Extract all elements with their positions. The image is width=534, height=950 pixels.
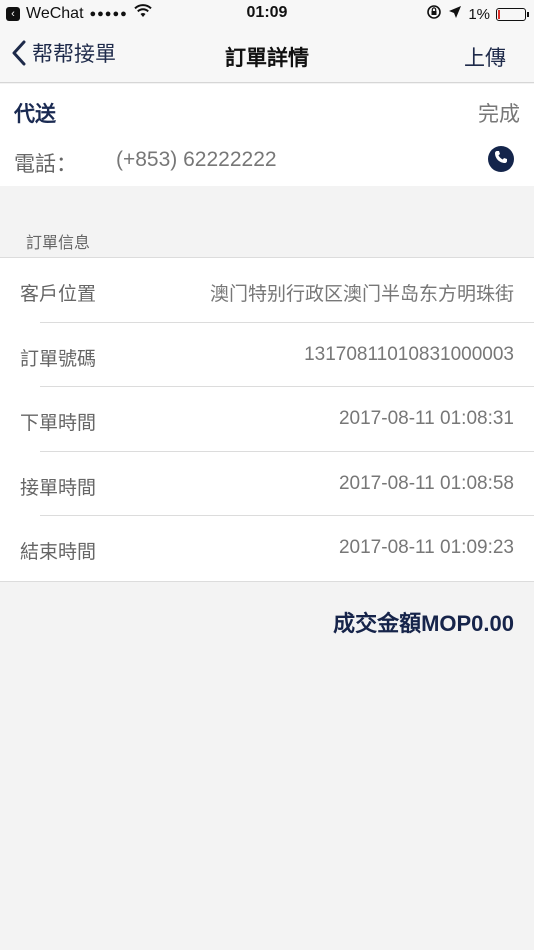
battery-percent: 1%: [468, 5, 490, 23]
section-title: 訂單信息: [26, 235, 91, 252]
page-title: 訂單詳情: [225, 47, 309, 70]
info-label: 結束時間: [20, 542, 97, 563]
info-value: 澳门特别行政区澳门半岛东方明珠街: [209, 284, 514, 305]
order-summary: 代送 完成 電話： (+853) 62222222: [0, 84, 534, 186]
info-row-end-time: 結束時間 2017-08-11 01:09:23: [0, 516, 534, 581]
phone-label: 電話：: [14, 153, 77, 176]
info-label: 客戶位置: [20, 284, 97, 305]
order-type: 代送: [14, 103, 56, 126]
info-row-accept-time: 接單時間 2017-08-11 01:08:58: [0, 452, 534, 517]
battery-icon: [496, 7, 529, 21]
phone-icon: [494, 150, 508, 169]
phone-number[interactable]: (+853) 62222222: [116, 148, 277, 172]
info-label: 接單時間: [20, 477, 97, 499]
info-value: 2017-08-11 01:08:31: [338, 408, 514, 429]
nav-bar: 帮帮接單 訂單詳情 上傳: [0, 28, 534, 83]
info-row-location: 客戶位置 澳门特别行政区澳门半岛东方明珠街: [0, 258, 534, 323]
location-arrow-icon: [448, 5, 462, 23]
order-info-list: 客戶位置 澳门特别行政区澳门半岛东方明珠街 訂單號碼 1317081101083…: [0, 257, 534, 582]
total-amount: 成交金額MOP0.00: [333, 611, 514, 636]
info-value: 13170811010831000003: [304, 343, 514, 365]
info-row-order-time: 下單時間 2017-08-11 01:08:31: [0, 387, 534, 452]
orientation-lock-icon: [426, 4, 442, 24]
info-row-order-number: 訂單號碼 13170811010831000003: [0, 323, 534, 388]
status-bar: ‹ WeChat ●●●●● 01:09 1%: [0, 0, 534, 28]
info-label: 下單時間: [20, 413, 97, 434]
upload-button[interactable]: 上傳: [464, 42, 506, 72]
call-button[interactable]: [488, 146, 514, 172]
info-value: 2017-08-11 01:08:58: [338, 472, 514, 494]
info-label: 訂單號碼: [20, 348, 97, 370]
info-value: 2017-08-11 01:09:23: [338, 537, 514, 558]
order-status: 完成: [478, 103, 520, 126]
status-right: 1%: [426, 4, 529, 24]
